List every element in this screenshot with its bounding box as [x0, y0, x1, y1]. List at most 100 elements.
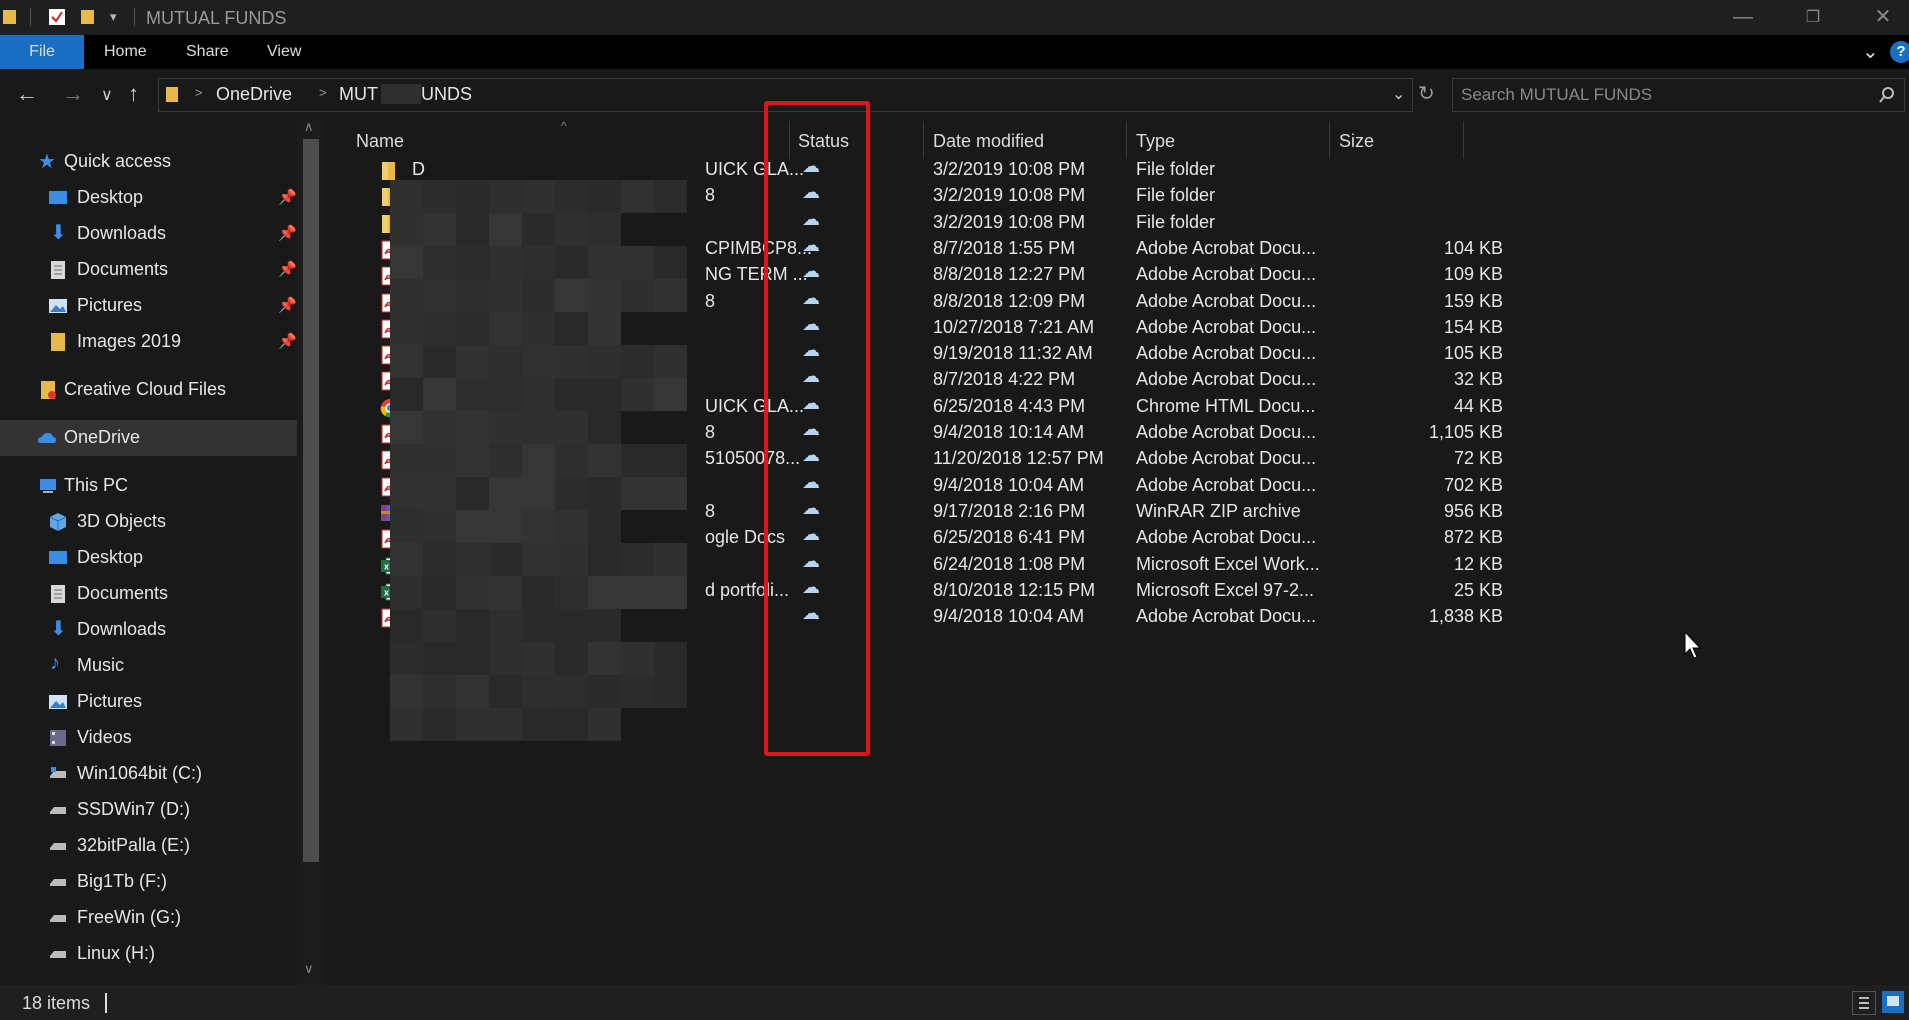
- file-size: 72 KB: [1453, 448, 1503, 469]
- mosaic-tile: [456, 510, 489, 543]
- mosaic-tile: [390, 642, 423, 675]
- nav-quick-access[interactable]: ★ Quick access: [0, 144, 297, 180]
- mosaic-tile: [489, 444, 522, 477]
- nav-drive-e[interactable]: 32bitPalla (E:): [0, 828, 297, 864]
- file-type: Adobe Acrobat Docu...: [1136, 606, 1317, 627]
- mosaic-tile: [522, 510, 555, 543]
- file-type: File folder: [1136, 159, 1216, 179]
- new-folder-icon[interactable]: [80, 8, 96, 26]
- nav-music[interactable]: ♪ Music: [0, 648, 297, 684]
- large-icons-view-icon[interactable]: [1882, 991, 1904, 1013]
- nav-drive-g[interactable]: FreeWin (G:): [0, 900, 297, 936]
- mosaic-tile: [423, 411, 456, 444]
- mosaic-tile: [654, 576, 687, 609]
- refresh-icon[interactable]: ↻: [1418, 81, 1435, 106]
- address-toolbar: ← → ∨ ↑ > OneDrive > MUT UNDS ⌄ ↻: [0, 69, 1909, 119]
- nav-drive-c[interactable]: Win1064bit (C:): [0, 756, 297, 792]
- nav-documents[interactable]: Documents 📌: [0, 252, 297, 288]
- file-type: Adobe Acrobat Docu...: [1136, 369, 1317, 390]
- restore-button[interactable]: ❐: [1778, 0, 1848, 35]
- mosaic-tile: [489, 609, 522, 642]
- nav-onedrive[interactable]: OneDrive: [0, 420, 297, 456]
- mosaic-tile: [555, 543, 588, 576]
- properties-icon[interactable]: [48, 8, 66, 26]
- forward-arrow-icon[interactable]: →: [62, 81, 84, 107]
- pin-icon[interactable]: 📌: [278, 332, 297, 350]
- pin-icon[interactable]: 📌: [278, 224, 297, 242]
- breadcrumb-folder-start[interactable]: MUT: [339, 84, 378, 105]
- pin-icon[interactable]: 📌: [278, 296, 297, 314]
- tab-file[interactable]: File: [0, 35, 84, 69]
- mosaic-tile: [555, 345, 588, 378]
- mosaic-tile: [522, 279, 555, 312]
- nav-pictures[interactable]: Pictures 📌: [0, 288, 297, 324]
- nav-drive-h[interactable]: Linux (H:): [0, 936, 297, 972]
- close-button[interactable]: ✕: [1848, 0, 1909, 35]
- nav-documents-pc[interactable]: Documents: [0, 576, 297, 612]
- column-header-date-modified[interactable]: Date modified: [933, 131, 1044, 152]
- file-date-modified: 6/25/2018 6:41 PM: [933, 527, 1086, 548]
- mosaic-tile: [456, 279, 489, 312]
- mosaic-tile: [588, 378, 621, 411]
- mosaic-tile: [588, 312, 621, 345]
- pc-icon: [40, 479, 56, 493]
- mosaic-tile: [621, 576, 654, 609]
- redaction-mosaic: [390, 180, 687, 741]
- search-input[interactable]: [1453, 79, 1863, 111]
- mosaic-tile: [390, 444, 423, 477]
- breadcrumb-folder-end[interactable]: UNDS: [421, 84, 472, 105]
- tab-view[interactable]: View: [267, 35, 301, 69]
- search-box[interactable]: [1452, 78, 1905, 112]
- back-arrow-icon[interactable]: ←: [16, 81, 38, 107]
- nav-downloads[interactable]: ⬇ Downloads 📌: [0, 216, 297, 252]
- address-dropdown-icon[interactable]: ⌄: [1392, 84, 1405, 104]
- tab-home[interactable]: Home: [104, 35, 147, 69]
- search-icon[interactable]: [1879, 87, 1895, 103]
- nav-images-2019[interactable]: Images 2019 📌: [0, 324, 297, 360]
- nav-drive-d[interactable]: SSDWin7 (D:): [0, 792, 297, 828]
- mosaic-tile: [654, 477, 687, 510]
- scroll-up-icon[interactable]: ∧: [304, 119, 314, 135]
- pin-icon[interactable]: 📌: [278, 188, 297, 206]
- expand-ribbon-icon[interactable]: ⌄: [1862, 39, 1879, 64]
- nav-this-pc[interactable]: This PC: [0, 468, 297, 504]
- nav-3d-objects[interactable]: 3D Objects: [0, 504, 297, 540]
- customize-toolbar-icon[interactable]: ▾: [110, 9, 117, 25]
- mosaic-tile: [390, 708, 423, 741]
- recent-locations-icon[interactable]: ∨: [101, 85, 113, 105]
- mosaic-tile: [621, 444, 654, 477]
- breadcrumb-onedrive[interactable]: OneDrive: [216, 84, 292, 105]
- nav-downloads-pc[interactable]: ⬇ Downloads: [0, 612, 297, 648]
- mosaic-tile: [489, 345, 522, 378]
- mosaic-tile: [456, 411, 489, 444]
- up-arrow-icon[interactable]: ↑: [128, 81, 139, 107]
- mosaic-tile: [621, 675, 654, 708]
- mosaic-tile: [522, 609, 555, 642]
- nav-videos[interactable]: Videos: [0, 720, 297, 756]
- pin-icon[interactable]: 📌: [278, 260, 297, 278]
- nav-desktop[interactable]: Desktop 📌: [0, 180, 297, 216]
- scrollbar-thumb[interactable]: [303, 139, 319, 862]
- mosaic-tile: [423, 708, 456, 741]
- mosaic-tile: [390, 411, 423, 444]
- help-button[interactable]: ?: [1890, 41, 1909, 63]
- nav-drive-f[interactable]: Big1Tb (F:): [0, 864, 297, 900]
- nav-creative-cloud-files[interactable]: Creative Cloud Files: [0, 372, 297, 408]
- details-view-icon[interactable]: [1852, 991, 1876, 1015]
- column-header-size[interactable]: Size: [1339, 131, 1374, 152]
- mosaic-tile: [588, 543, 621, 576]
- file-date-modified: 3/2/2019 10:08 PM: [933, 211, 1086, 232]
- nav-pictures-pc[interactable]: Pictures: [0, 684, 297, 720]
- minimize-button[interactable]: —: [1708, 0, 1778, 35]
- column-header-name[interactable]: Name: [356, 131, 404, 152]
- nav-scrollbar[interactable]: ∧ ∨: [297, 119, 325, 985]
- mosaic-tile: [489, 708, 522, 741]
- mosaic-tile: [555, 642, 588, 675]
- nav-desktop-pc[interactable]: Desktop: [0, 540, 297, 576]
- mosaic-tile: [588, 411, 621, 444]
- scroll-down-icon[interactable]: ∨: [304, 961, 314, 977]
- file-type: Adobe Acrobat Docu...: [1136, 448, 1317, 469]
- tab-share[interactable]: Share: [186, 35, 229, 69]
- column-header-type[interactable]: Type: [1136, 131, 1175, 152]
- drive-icon: [50, 807, 66, 814]
